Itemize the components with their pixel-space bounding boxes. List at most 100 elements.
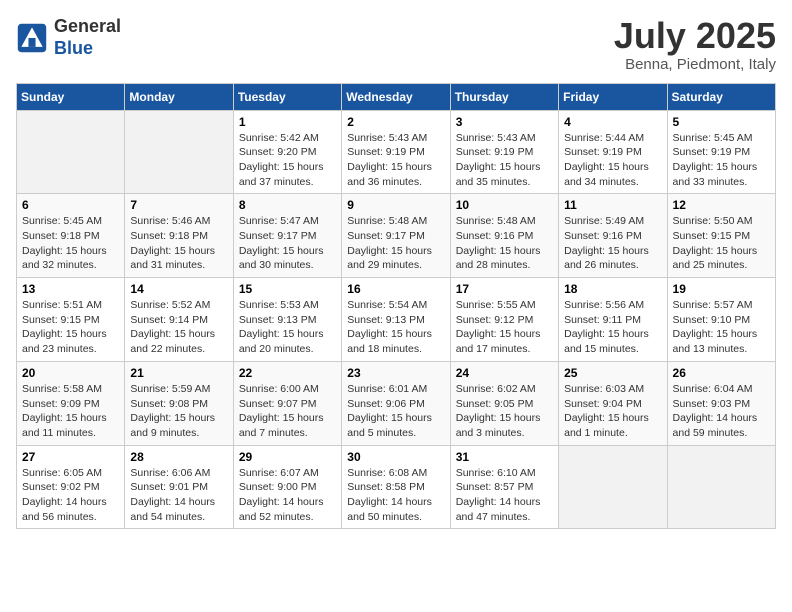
- calendar-cell: 15 Sunrise: 5:53 AMSunset: 9:13 PMDaylig…: [233, 278, 341, 362]
- logo-icon: [16, 22, 48, 54]
- logo-general: General: [54, 16, 121, 36]
- calendar-cell: 2 Sunrise: 5:43 AMSunset: 9:19 PMDayligh…: [342, 110, 450, 194]
- day-number: 18: [564, 282, 661, 296]
- day-detail: Sunrise: 5:52 AMSunset: 9:14 PMDaylight:…: [130, 299, 215, 355]
- day-detail: Sunrise: 5:57 AMSunset: 9:10 PMDaylight:…: [673, 299, 758, 355]
- day-detail: Sunrise: 6:10 AMSunset: 8:57 PMDaylight:…: [456, 467, 541, 523]
- calendar-cell: [17, 110, 125, 194]
- calendar-cell: 25 Sunrise: 6:03 AMSunset: 9:04 PMDaylig…: [559, 361, 667, 445]
- day-detail: Sunrise: 5:53 AMSunset: 9:13 PMDaylight:…: [239, 299, 324, 355]
- day-number: 8: [239, 198, 336, 212]
- calendar-week-row: 13 Sunrise: 5:51 AMSunset: 9:15 PMDaylig…: [17, 278, 776, 362]
- day-detail: Sunrise: 6:01 AMSunset: 9:06 PMDaylight:…: [347, 383, 432, 439]
- day-detail: Sunrise: 5:45 AMSunset: 9:19 PMDaylight:…: [673, 132, 758, 188]
- calendar-week-row: 6 Sunrise: 5:45 AMSunset: 9:18 PMDayligh…: [17, 194, 776, 278]
- day-number: 16: [347, 282, 444, 296]
- page-header: General Blue July 2025 Benna, Piedmont, …: [16, 16, 776, 73]
- logo-text: General Blue: [54, 16, 121, 59]
- day-number: 7: [130, 198, 227, 212]
- day-number: 12: [673, 198, 770, 212]
- calendar-table: SundayMondayTuesdayWednesdayThursdayFrid…: [16, 83, 776, 530]
- calendar-cell: [125, 110, 233, 194]
- day-detail: Sunrise: 5:56 AMSunset: 9:11 PMDaylight:…: [564, 299, 649, 355]
- calendar-cell: 3 Sunrise: 5:43 AMSunset: 9:19 PMDayligh…: [450, 110, 558, 194]
- day-detail: Sunrise: 5:50 AMSunset: 9:15 PMDaylight:…: [673, 215, 758, 271]
- day-detail: Sunrise: 5:49 AMSunset: 9:16 PMDaylight:…: [564, 215, 649, 271]
- day-number: 26: [673, 366, 770, 380]
- calendar-cell: 24 Sunrise: 6:02 AMSunset: 9:05 PMDaylig…: [450, 361, 558, 445]
- day-detail: Sunrise: 5:47 AMSunset: 9:17 PMDaylight:…: [239, 215, 324, 271]
- calendar-cell: 16 Sunrise: 5:54 AMSunset: 9:13 PMDaylig…: [342, 278, 450, 362]
- calendar-cell: 4 Sunrise: 5:44 AMSunset: 9:19 PMDayligh…: [559, 110, 667, 194]
- day-number: 24: [456, 366, 553, 380]
- calendar-cell: 21 Sunrise: 5:59 AMSunset: 9:08 PMDaylig…: [125, 361, 233, 445]
- day-detail: Sunrise: 6:05 AMSunset: 9:02 PMDaylight:…: [22, 467, 107, 523]
- day-number: 20: [22, 366, 119, 380]
- day-number: 28: [130, 450, 227, 464]
- day-detail: Sunrise: 5:46 AMSunset: 9:18 PMDaylight:…: [130, 215, 215, 271]
- calendar-cell: 13 Sunrise: 5:51 AMSunset: 9:15 PMDaylig…: [17, 278, 125, 362]
- calendar-cell: 18 Sunrise: 5:56 AMSunset: 9:11 PMDaylig…: [559, 278, 667, 362]
- day-detail: Sunrise: 6:00 AMSunset: 9:07 PMDaylight:…: [239, 383, 324, 439]
- calendar-cell: 20 Sunrise: 5:58 AMSunset: 9:09 PMDaylig…: [17, 361, 125, 445]
- calendar-cell: 31 Sunrise: 6:10 AMSunset: 8:57 PMDaylig…: [450, 445, 558, 529]
- day-number: 11: [564, 198, 661, 212]
- day-detail: Sunrise: 6:03 AMSunset: 9:04 PMDaylight:…: [564, 383, 649, 439]
- day-detail: Sunrise: 5:42 AMSunset: 9:20 PMDaylight:…: [239, 132, 324, 188]
- calendar-week-row: 20 Sunrise: 5:58 AMSunset: 9:09 PMDaylig…: [17, 361, 776, 445]
- day-number: 2: [347, 115, 444, 129]
- day-number: 21: [130, 366, 227, 380]
- day-detail: Sunrise: 6:07 AMSunset: 9:00 PMDaylight:…: [239, 467, 324, 523]
- calendar-week-row: 1 Sunrise: 5:42 AMSunset: 9:20 PMDayligh…: [17, 110, 776, 194]
- calendar-cell: 28 Sunrise: 6:06 AMSunset: 9:01 PMDaylig…: [125, 445, 233, 529]
- day-number: 30: [347, 450, 444, 464]
- day-detail: Sunrise: 5:48 AMSunset: 9:16 PMDaylight:…: [456, 215, 541, 271]
- calendar-cell: 6 Sunrise: 5:45 AMSunset: 9:18 PMDayligh…: [17, 194, 125, 278]
- month-title: July 2025: [614, 16, 776, 56]
- calendar-cell: 5 Sunrise: 5:45 AMSunset: 9:19 PMDayligh…: [667, 110, 775, 194]
- weekday-header: Wednesday: [342, 83, 450, 110]
- calendar-cell: 26 Sunrise: 6:04 AMSunset: 9:03 PMDaylig…: [667, 361, 775, 445]
- weekday-header: Monday: [125, 83, 233, 110]
- day-number: 23: [347, 366, 444, 380]
- day-number: 31: [456, 450, 553, 464]
- day-number: 27: [22, 450, 119, 464]
- day-detail: Sunrise: 5:45 AMSunset: 9:18 PMDaylight:…: [22, 215, 107, 271]
- calendar-cell: 19 Sunrise: 5:57 AMSunset: 9:10 PMDaylig…: [667, 278, 775, 362]
- calendar-body: 1 Sunrise: 5:42 AMSunset: 9:20 PMDayligh…: [17, 110, 776, 529]
- location-title: Benna, Piedmont, Italy: [614, 56, 776, 73]
- day-number: 10: [456, 198, 553, 212]
- calendar-cell: 12 Sunrise: 5:50 AMSunset: 9:15 PMDaylig…: [667, 194, 775, 278]
- day-number: 17: [456, 282, 553, 296]
- day-number: 22: [239, 366, 336, 380]
- calendar-cell: 22 Sunrise: 6:00 AMSunset: 9:07 PMDaylig…: [233, 361, 341, 445]
- logo-blue: Blue: [54, 38, 93, 58]
- day-detail: Sunrise: 5:43 AMSunset: 9:19 PMDaylight:…: [347, 132, 432, 188]
- day-detail: Sunrise: 5:51 AMSunset: 9:15 PMDaylight:…: [22, 299, 107, 355]
- calendar-cell: 8 Sunrise: 5:47 AMSunset: 9:17 PMDayligh…: [233, 194, 341, 278]
- weekday-header: Saturday: [667, 83, 775, 110]
- logo: General Blue: [16, 16, 121, 59]
- day-detail: Sunrise: 6:04 AMSunset: 9:03 PMDaylight:…: [673, 383, 758, 439]
- day-detail: Sunrise: 5:43 AMSunset: 9:19 PMDaylight:…: [456, 132, 541, 188]
- calendar-cell: 1 Sunrise: 5:42 AMSunset: 9:20 PMDayligh…: [233, 110, 341, 194]
- day-number: 14: [130, 282, 227, 296]
- day-detail: Sunrise: 5:59 AMSunset: 9:08 PMDaylight:…: [130, 383, 215, 439]
- day-detail: Sunrise: 5:54 AMSunset: 9:13 PMDaylight:…: [347, 299, 432, 355]
- calendar-week-row: 27 Sunrise: 6:05 AMSunset: 9:02 PMDaylig…: [17, 445, 776, 529]
- weekday-header: Sunday: [17, 83, 125, 110]
- day-detail: Sunrise: 5:55 AMSunset: 9:12 PMDaylight:…: [456, 299, 541, 355]
- day-number: 3: [456, 115, 553, 129]
- weekday-header: Friday: [559, 83, 667, 110]
- calendar-cell: 27 Sunrise: 6:05 AMSunset: 9:02 PMDaylig…: [17, 445, 125, 529]
- day-number: 5: [673, 115, 770, 129]
- day-number: 13: [22, 282, 119, 296]
- day-number: 1: [239, 115, 336, 129]
- calendar-cell: 23 Sunrise: 6:01 AMSunset: 9:06 PMDaylig…: [342, 361, 450, 445]
- calendar-cell: 10 Sunrise: 5:48 AMSunset: 9:16 PMDaylig…: [450, 194, 558, 278]
- day-detail: Sunrise: 6:08 AMSunset: 8:58 PMDaylight:…: [347, 467, 432, 523]
- day-number: 9: [347, 198, 444, 212]
- day-number: 19: [673, 282, 770, 296]
- day-detail: Sunrise: 5:44 AMSunset: 9:19 PMDaylight:…: [564, 132, 649, 188]
- calendar-header-row: SundayMondayTuesdayWednesdayThursdayFrid…: [17, 83, 776, 110]
